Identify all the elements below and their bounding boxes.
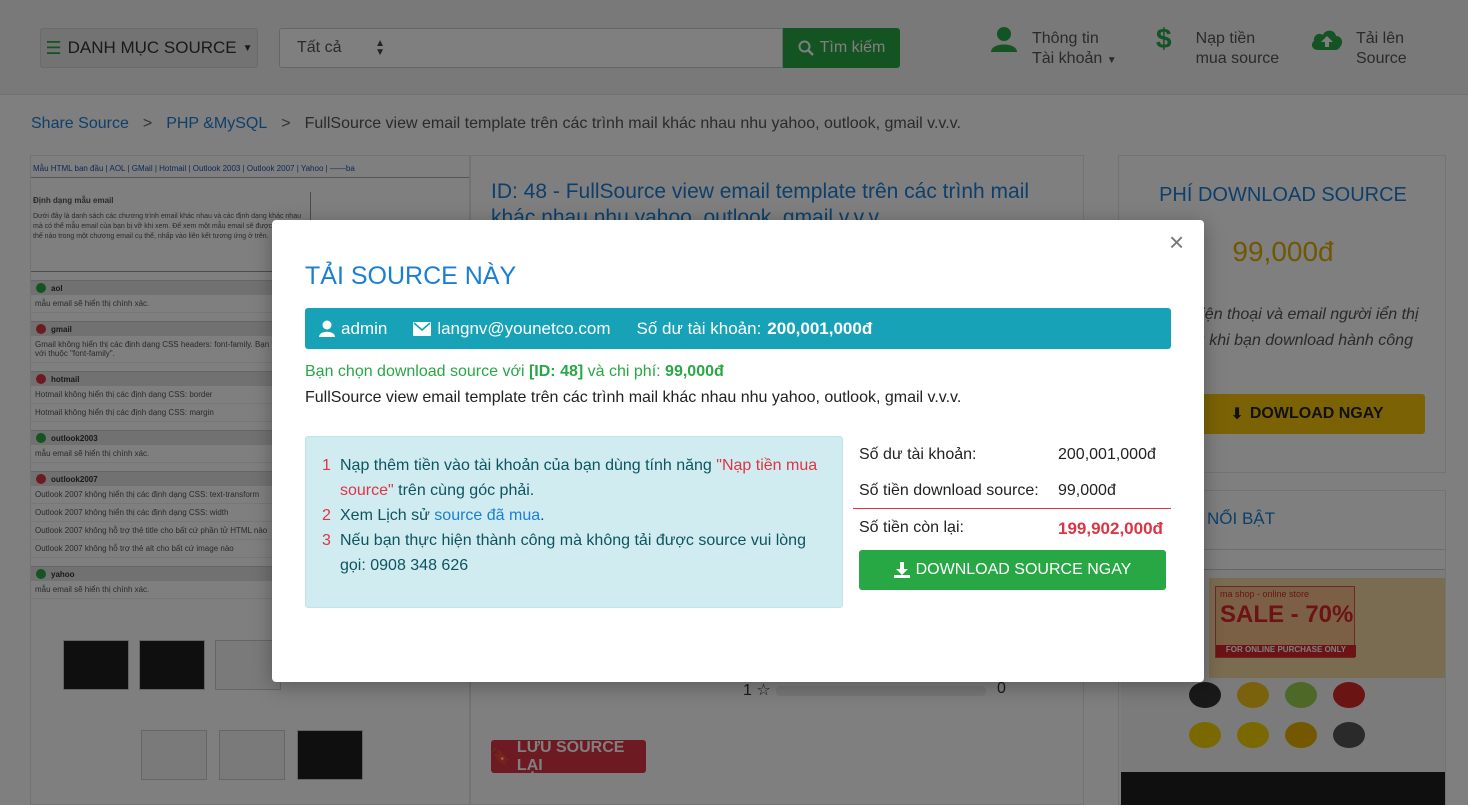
email-segment: langnv@younetco.com: [413, 318, 611, 339]
choice-price: 99,000đ: [665, 363, 724, 380]
close-icon[interactable]: ×: [1169, 229, 1184, 255]
source-name: FullSource view email template trên các …: [305, 389, 962, 406]
instruction-post: trên cùng góc phải.: [393, 482, 535, 499]
summary-balance-label: Số dư tài khoản:: [859, 446, 977, 463]
balance-label: Số dư tài khoản:: [636, 318, 762, 338]
summary-cost-label: Số tiền download source:: [859, 482, 1039, 499]
download-source-now-button[interactable]: DOWNLOAD SOURCE NGAY: [859, 550, 1166, 590]
instruction-post: .: [540, 507, 545, 524]
payment-summary: Số dư tài khoản: 200,001,000đ Số tiền do…: [853, 436, 1171, 544]
instructions-box: 1 Nạp thêm tiền vào tài khoản của bạn dù…: [305, 436, 843, 608]
summary-cost-row: Số tiền download source: 99,000đ: [853, 472, 1171, 508]
instruction-item: 2 Xem Lịch sử source đã mua.: [322, 503, 820, 528]
choice-prefix: Bạn chọn download source với: [305, 363, 525, 380]
envelope-icon: [413, 321, 432, 336]
user-email: langnv@younetco.com: [437, 318, 611, 338]
download-icon: [893, 562, 910, 578]
summary-balance-value: 200,001,000đ: [1058, 446, 1156, 463]
summary-remaining-label: Số tiền còn lại:: [859, 519, 964, 536]
modal-title: TẢI SOURCE NÀY: [305, 262, 517, 290]
download-source-now-label: DOWNLOAD SOURCE NGAY: [915, 561, 1132, 578]
instruction-pre: Xem Lịch sử: [340, 507, 435, 524]
instruction-number: 1: [322, 457, 331, 474]
instruction-text: Nếu bạn thực hiện thành công mà không tả…: [340, 532, 806, 574]
instruction-text: Xem Lịch sử source đã mua.: [340, 503, 545, 528]
summary-cost-value: 99,000đ: [1058, 482, 1116, 499]
user-segment: admin: [319, 319, 387, 339]
user-info-bar: admin langnv@younetco.com Số dư tài khoả…: [305, 308, 1171, 349]
username: admin: [341, 318, 388, 338]
choice-mid: và chi phí:: [587, 363, 661, 380]
summary-remaining-row: Số tiền còn lại: 199,902,000đ: [853, 508, 1171, 544]
choice-id: [ID: 48]: [528, 363, 584, 380]
user-icon: [319, 320, 335, 337]
instruction-item: 1 Nạp thêm tiền vào tài khoản của bạn dù…: [322, 453, 820, 503]
instruction-item: 3 Nếu bạn thực hiện thành công mà không …: [322, 528, 820, 578]
instruction-text: Nạp thêm tiền vào tài khoản của bạn dùng…: [340, 453, 820, 503]
choice-line: Bạn chọn download source với [ID: 48] và…: [305, 363, 724, 381]
summary-remaining-value: 199,902,000đ: [1058, 519, 1163, 538]
instruction-number: 2: [322, 507, 331, 524]
download-modal: × TẢI SOURCE NÀY admin langnv@younetco.c…: [272, 220, 1204, 682]
balance-segment: Số dư tài khoản: 200,001,000đ: [637, 319, 873, 339]
balance-value: 200,001,000đ: [767, 318, 873, 338]
instruction-number: 3: [322, 532, 331, 549]
instruction-pre: Nạp thêm tiền vào tài khoản của bạn dùng…: [340, 457, 717, 474]
purchased-source-link[interactable]: source đã mua: [434, 507, 540, 524]
summary-balance-row: Số dư tài khoản: 200,001,000đ: [853, 436, 1171, 472]
